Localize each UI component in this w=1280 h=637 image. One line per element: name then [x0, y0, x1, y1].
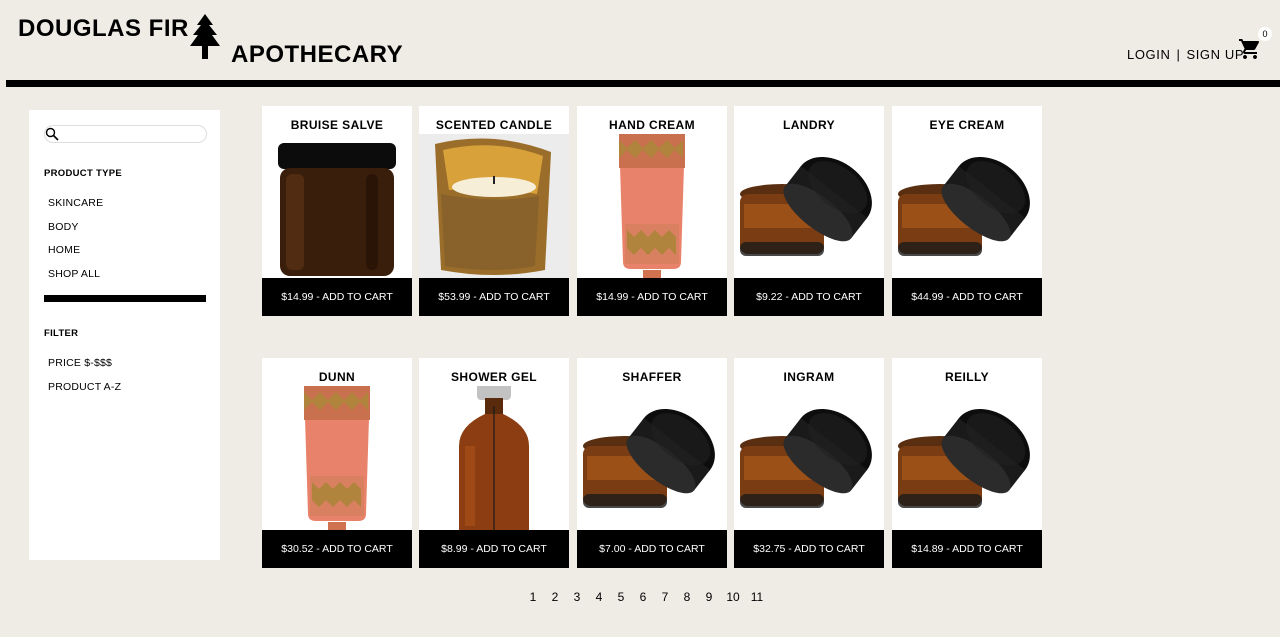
product-card[interactable]: SHOWER GEL $8.99 - ADD TO CART [419, 358, 569, 568]
auth-separator: | [1176, 47, 1181, 62]
product-name[interactable]: LANDRY [734, 118, 884, 132]
auth-links: LOGIN | SIGN UP [1127, 47, 1244, 62]
sidebar-item-home[interactable]: HOME [48, 244, 80, 256]
search-input[interactable] [44, 125, 207, 143]
product-image[interactable] [262, 386, 412, 531]
product-name[interactable]: DUNN [262, 370, 412, 384]
product-card[interactable]: SCENTED CANDLE $53.99 - ADD TO CART [419, 106, 569, 316]
sidebar: PRODUCT TYPE SKINCARE BODY HOME SHOP ALL… [29, 110, 220, 560]
filter-price[interactable]: PRICE $-$$$ [48, 357, 112, 369]
logo-text-line2[interactable]: APOTHECARY [231, 41, 403, 69]
pagination: 1 2 3 4 5 6 7 8 9 10 11 [522, 590, 768, 604]
product-card[interactable]: EYE CREAM $44.99 - ADD TO CART [892, 106, 1042, 316]
sidebar-divider [44, 295, 206, 302]
product-image[interactable] [734, 134, 884, 279]
product-image[interactable] [892, 386, 1042, 531]
product-name[interactable]: INGRAM [734, 370, 884, 384]
product-image[interactable] [577, 134, 727, 279]
filter-heading: FILTER [44, 328, 79, 339]
product-image[interactable] [892, 134, 1042, 279]
product-name[interactable]: HAND CREAM [577, 118, 727, 132]
product-card[interactable]: LANDRY $9.22 - ADD TO CART [734, 106, 884, 316]
pine-tree-icon [190, 14, 220, 59]
search-icon [45, 127, 59, 141]
product-card[interactable]: DUNN $30.52 - ADD TO CART [262, 358, 412, 568]
product-image[interactable] [577, 386, 727, 531]
add-to-cart-button[interactable]: $14.99 - ADD TO CART [577, 278, 727, 316]
product-name[interactable]: SHAFFER [577, 370, 727, 384]
page-link[interactable]: 6 [632, 590, 654, 604]
product-card[interactable]: INGRAM $32.75 - ADD TO CART [734, 358, 884, 568]
product-name[interactable]: SCENTED CANDLE [419, 118, 569, 132]
product-card[interactable]: SHAFFER $7.00 - ADD TO CART [577, 358, 727, 568]
sidebar-item-shop-all[interactable]: SHOP ALL [48, 268, 100, 280]
filter-product-az[interactable]: PRODUCT A-Z [48, 381, 121, 393]
product-image[interactable] [262, 134, 412, 279]
add-to-cart-button[interactable]: $30.52 - ADD TO CART [262, 530, 412, 568]
add-to-cart-button[interactable]: $7.00 - ADD TO CART [577, 530, 727, 568]
page-link[interactable]: 11 [746, 590, 768, 604]
add-to-cart-button[interactable]: $32.75 - ADD TO CART [734, 530, 884, 568]
page-link[interactable]: 10 [720, 590, 746, 604]
add-to-cart-button[interactable]: $9.22 - ADD TO CART [734, 278, 884, 316]
page-link[interactable]: 9 [698, 590, 720, 604]
add-to-cart-button[interactable]: $14.89 - ADD TO CART [892, 530, 1042, 568]
shopping-cart-icon[interactable] [1238, 37, 1262, 61]
product-name[interactable]: REILLY [892, 370, 1042, 384]
product-card[interactable]: BRUISE SALVE $14.99 - ADD TO CART [262, 106, 412, 316]
page-link[interactable]: 3 [566, 590, 588, 604]
header-divider [6, 80, 1280, 87]
login-link[interactable]: LOGIN [1127, 47, 1170, 62]
page-link[interactable]: 1 [522, 590, 544, 604]
page-link[interactable]: 5 [610, 590, 632, 604]
sidebar-item-body[interactable]: BODY [48, 221, 79, 233]
page-link[interactable]: 2 [544, 590, 566, 604]
add-to-cart-button[interactable]: $53.99 - ADD TO CART [419, 278, 569, 316]
page-link[interactable]: 4 [588, 590, 610, 604]
logo-text-line1[interactable]: DOUGLAS FIR [18, 15, 189, 43]
add-to-cart-button[interactable]: $8.99 - ADD TO CART [419, 530, 569, 568]
cart-count-badge: 0 [1258, 27, 1272, 41]
product-card[interactable]: REILLY $14.89 - ADD TO CART [892, 358, 1042, 568]
add-to-cart-button[interactable]: $44.99 - ADD TO CART [892, 278, 1042, 316]
product-image[interactable] [419, 134, 569, 279]
site-header: DOUGLAS FIR APOTHECARY LOGIN | SIGN UP 0 [0, 0, 1280, 88]
add-to-cart-button[interactable]: $14.99 - ADD TO CART [262, 278, 412, 316]
product-card[interactable]: HAND CREAM $14.99 - ADD TO CART [577, 106, 727, 316]
product-type-heading: PRODUCT TYPE [44, 168, 123, 179]
product-image[interactable] [419, 386, 569, 531]
page-link[interactable]: 7 [654, 590, 676, 604]
product-name[interactable]: BRUISE SALVE [262, 118, 412, 132]
product-name[interactable]: SHOWER GEL [419, 370, 569, 384]
signup-link[interactable]: SIGN UP [1186, 47, 1244, 62]
sidebar-item-skincare[interactable]: SKINCARE [48, 197, 103, 209]
product-name[interactable]: EYE CREAM [892, 118, 1042, 132]
product-image[interactable] [734, 386, 884, 531]
page-link[interactable]: 8 [676, 590, 698, 604]
